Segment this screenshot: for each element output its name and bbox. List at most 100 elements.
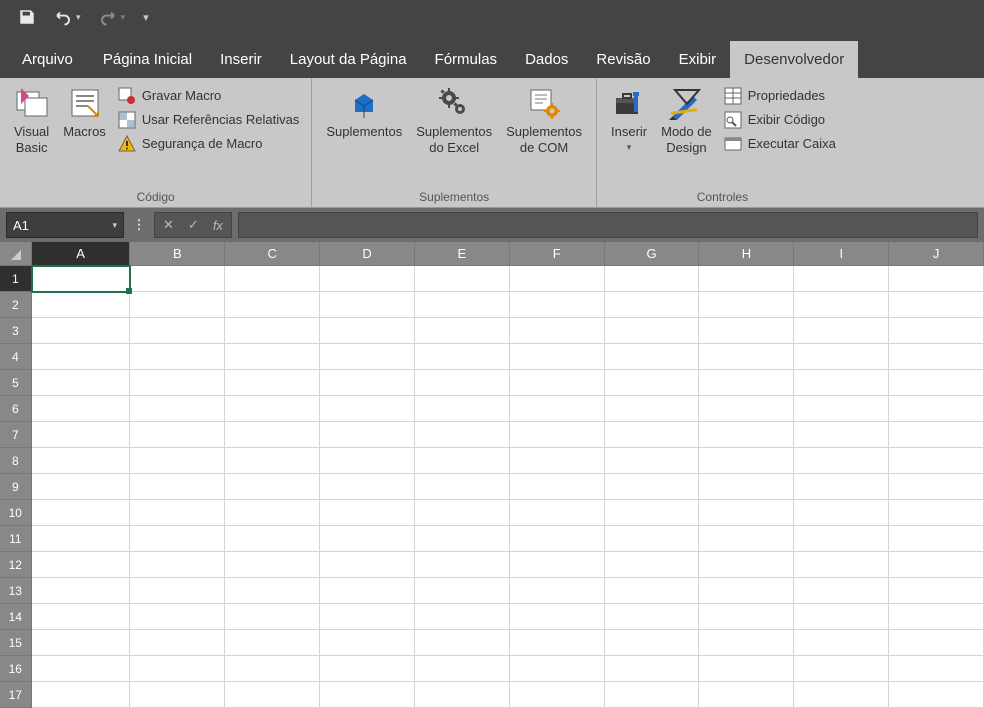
cell-C15[interactable] bbox=[225, 630, 320, 656]
macro-security-button[interactable]: Segurança de Macro bbox=[116, 132, 302, 156]
cell-J9[interactable] bbox=[889, 474, 984, 500]
cell-D8[interactable] bbox=[320, 448, 415, 474]
cell-J16[interactable] bbox=[889, 656, 984, 682]
cell-F11[interactable] bbox=[510, 526, 605, 552]
cell-C6[interactable] bbox=[225, 396, 320, 422]
cell-A4[interactable] bbox=[32, 344, 131, 370]
tab-developer[interactable]: Desenvolvedor bbox=[730, 41, 858, 78]
cell-I17[interactable] bbox=[794, 682, 889, 708]
cell-E2[interactable] bbox=[415, 292, 510, 318]
cell-A11[interactable] bbox=[32, 526, 131, 552]
cell-B14[interactable] bbox=[130, 604, 225, 630]
addins-button[interactable]: Suplementos bbox=[322, 84, 406, 142]
cell-C5[interactable] bbox=[225, 370, 320, 396]
cell-E15[interactable] bbox=[415, 630, 510, 656]
cell-F16[interactable] bbox=[510, 656, 605, 682]
cell-C8[interactable] bbox=[225, 448, 320, 474]
cell-J6[interactable] bbox=[889, 396, 984, 422]
cell-D14[interactable] bbox=[320, 604, 415, 630]
cell-G6[interactable] bbox=[605, 396, 700, 422]
cell-H11[interactable] bbox=[699, 526, 794, 552]
cell-H1[interactable] bbox=[699, 266, 794, 292]
cell-A17[interactable] bbox=[32, 682, 131, 708]
cell-G11[interactable] bbox=[605, 526, 700, 552]
cell-G2[interactable] bbox=[605, 292, 700, 318]
cell-J7[interactable] bbox=[889, 422, 984, 448]
cell-B15[interactable] bbox=[130, 630, 225, 656]
cell-B8[interactable] bbox=[130, 448, 225, 474]
row-header-2[interactable]: 2 bbox=[0, 292, 32, 318]
row-header-17[interactable]: 17 bbox=[0, 682, 32, 708]
cell-D1[interactable] bbox=[320, 266, 415, 292]
cell-B9[interactable] bbox=[130, 474, 225, 500]
formula-input[interactable] bbox=[238, 212, 978, 238]
grid-body[interactable]: 1234567891011121314151617 bbox=[0, 266, 984, 708]
tab-data[interactable]: Dados bbox=[511, 41, 582, 78]
cell-H9[interactable] bbox=[699, 474, 794, 500]
cell-D3[interactable] bbox=[320, 318, 415, 344]
row-header-10[interactable]: 10 bbox=[0, 500, 32, 526]
cell-B1[interactable] bbox=[130, 266, 225, 292]
row-header-14[interactable]: 14 bbox=[0, 604, 32, 630]
cell-G4[interactable] bbox=[605, 344, 700, 370]
cell-I7[interactable] bbox=[794, 422, 889, 448]
cell-A2[interactable] bbox=[32, 292, 131, 318]
cell-A9[interactable] bbox=[32, 474, 131, 500]
cell-F5[interactable] bbox=[510, 370, 605, 396]
cell-C2[interactable] bbox=[225, 292, 320, 318]
tab-insert[interactable]: Inserir bbox=[206, 41, 276, 78]
row-header-13[interactable]: 13 bbox=[0, 578, 32, 604]
cell-E11[interactable] bbox=[415, 526, 510, 552]
row-header-4[interactable]: 4 bbox=[0, 344, 32, 370]
cell-C14[interactable] bbox=[225, 604, 320, 630]
insert-controls-button[interactable]: Inserir ▾ bbox=[607, 84, 651, 154]
cell-E8[interactable] bbox=[415, 448, 510, 474]
cell-D9[interactable] bbox=[320, 474, 415, 500]
column-header-B[interactable]: B bbox=[130, 242, 225, 266]
cell-G10[interactable] bbox=[605, 500, 700, 526]
cell-D4[interactable] bbox=[320, 344, 415, 370]
column-header-E[interactable]: E bbox=[415, 242, 510, 266]
cell-F13[interactable] bbox=[510, 578, 605, 604]
cell-F2[interactable] bbox=[510, 292, 605, 318]
cell-E14[interactable] bbox=[415, 604, 510, 630]
cell-F3[interactable] bbox=[510, 318, 605, 344]
cell-I3[interactable] bbox=[794, 318, 889, 344]
row-header-3[interactable]: 3 bbox=[0, 318, 32, 344]
tab-review[interactable]: Revisão bbox=[582, 41, 664, 78]
cell-B12[interactable] bbox=[130, 552, 225, 578]
cell-I4[interactable] bbox=[794, 344, 889, 370]
cell-H4[interactable] bbox=[699, 344, 794, 370]
cell-A13[interactable] bbox=[32, 578, 131, 604]
insert-function-button[interactable]: fx bbox=[213, 218, 223, 233]
row-header-5[interactable]: 5 bbox=[0, 370, 32, 396]
cell-G17[interactable] bbox=[605, 682, 700, 708]
visual-basic-button[interactable]: Visual Basic bbox=[10, 84, 53, 157]
column-header-C[interactable]: C bbox=[225, 242, 320, 266]
cell-H7[interactable] bbox=[699, 422, 794, 448]
cell-J5[interactable] bbox=[889, 370, 984, 396]
cell-E6[interactable] bbox=[415, 396, 510, 422]
run-dialog-button[interactable]: Executar Caixa bbox=[722, 132, 838, 156]
cell-H3[interactable] bbox=[699, 318, 794, 344]
row-header-12[interactable]: 12 bbox=[0, 552, 32, 578]
cell-B13[interactable] bbox=[130, 578, 225, 604]
cell-D17[interactable] bbox=[320, 682, 415, 708]
cell-A8[interactable] bbox=[32, 448, 131, 474]
row-header-16[interactable]: 16 bbox=[0, 656, 32, 682]
cell-C9[interactable] bbox=[225, 474, 320, 500]
cell-J10[interactable] bbox=[889, 500, 984, 526]
cell-H8[interactable] bbox=[699, 448, 794, 474]
customize-qat-button[interactable]: ▾ bbox=[143, 11, 149, 24]
cell-G15[interactable] bbox=[605, 630, 700, 656]
cell-G9[interactable] bbox=[605, 474, 700, 500]
cell-I1[interactable] bbox=[794, 266, 889, 292]
cell-C1[interactable] bbox=[225, 266, 320, 292]
cell-C13[interactable] bbox=[225, 578, 320, 604]
row-header-15[interactable]: 15 bbox=[0, 630, 32, 656]
cell-H2[interactable] bbox=[699, 292, 794, 318]
cell-A14[interactable] bbox=[32, 604, 131, 630]
row-header-9[interactable]: 9 bbox=[0, 474, 32, 500]
column-header-G[interactable]: G bbox=[605, 242, 700, 266]
cell-E10[interactable] bbox=[415, 500, 510, 526]
